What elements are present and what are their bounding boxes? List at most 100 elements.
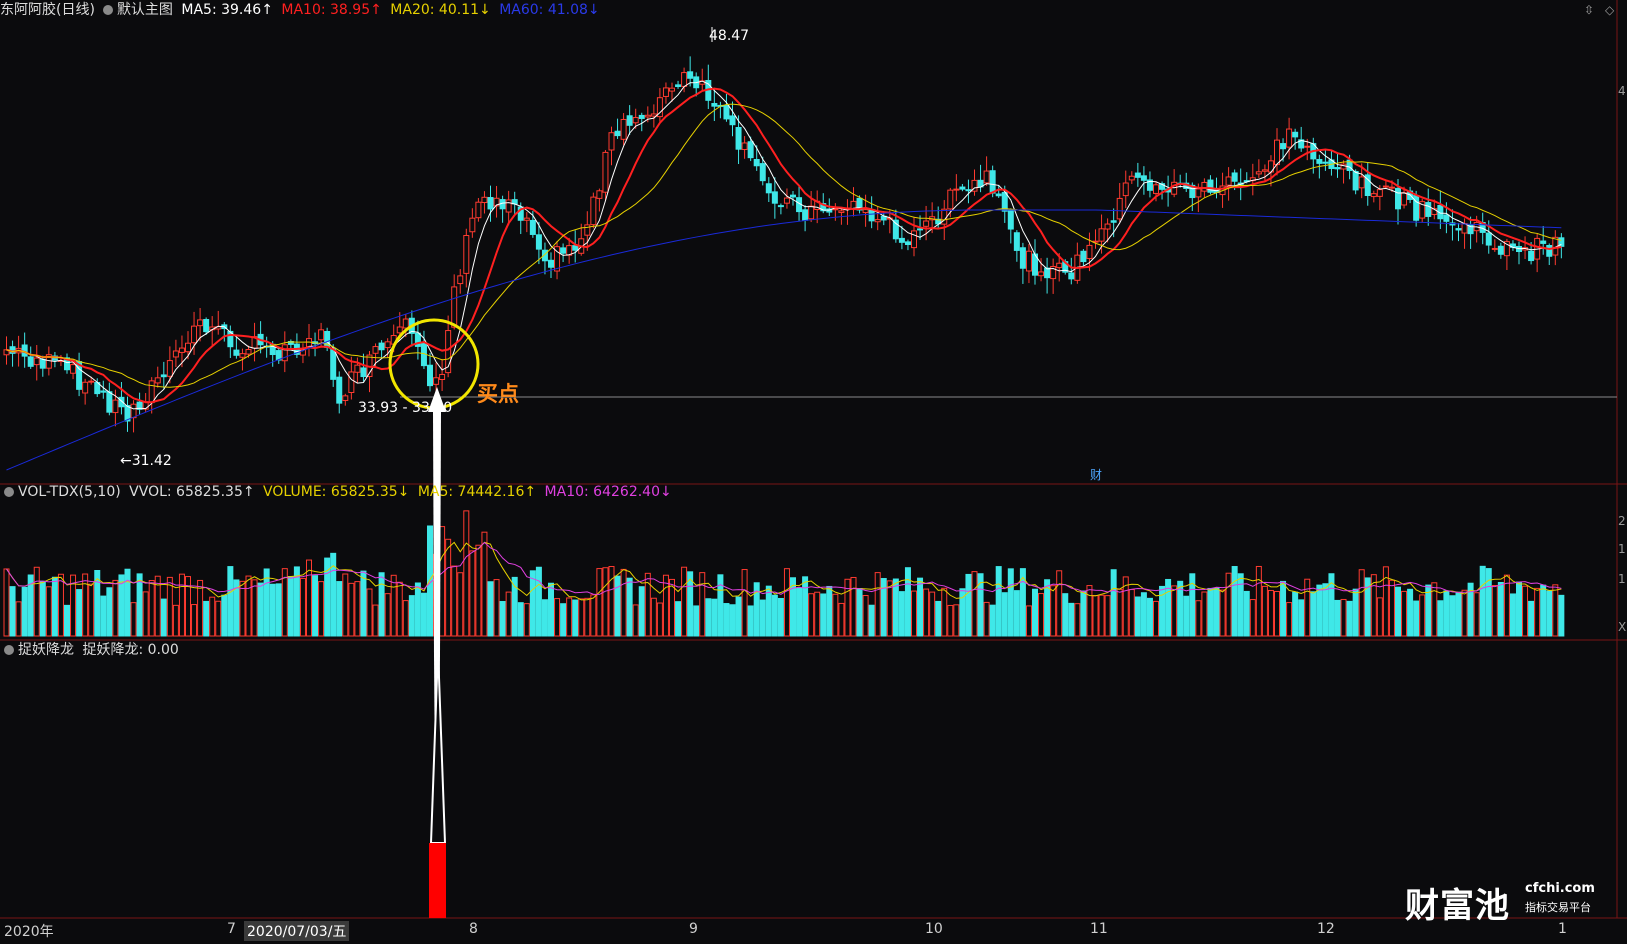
- volume-bar: [51, 576, 58, 637]
- volume-bar: [499, 601, 506, 637]
- candle: [1425, 202, 1432, 217]
- gear-icon[interactable]: [102, 5, 113, 15]
- candle: [1540, 240, 1547, 244]
- volume-bar: [1388, 579, 1395, 637]
- volume-bar: [287, 576, 294, 637]
- volume-bar: [257, 582, 264, 637]
- volume-bar: [941, 587, 948, 637]
- high-price-label: 48.47: [709, 28, 749, 44]
- volume-bar: [178, 573, 185, 637]
- candle: [1080, 250, 1087, 263]
- candle: [372, 346, 379, 354]
- candle: [499, 199, 506, 210]
- volume-bar: [1407, 588, 1414, 637]
- volume-bar: [263, 568, 270, 637]
- volume-bar: [1274, 590, 1280, 637]
- ma60-value: MA60: 41.08↓: [499, 2, 600, 18]
- volume-bar: [1146, 597, 1153, 637]
- candle: [1286, 128, 1293, 148]
- candle: [330, 348, 337, 380]
- stock-chart[interactable]: 财 48.47 ←31.42 33.93 - 33.70 买点: [0, 0, 1627, 944]
- indicator-name[interactable]: 捉妖降龙: [18, 642, 74, 658]
- candle: [850, 200, 857, 209]
- candle: [874, 219, 881, 223]
- volume-bar: [1522, 585, 1529, 637]
- x-axis-month: 7: [227, 921, 236, 937]
- indicator-panel-header: 捉妖降龙 捉妖降龙: 0.00: [0, 640, 183, 660]
- volume-bar: [136, 573, 143, 637]
- candle: [681, 72, 688, 87]
- volume-bar: [923, 588, 930, 637]
- volume-bar: [596, 568, 603, 637]
- candle: [765, 183, 772, 194]
- volume-bar: [1298, 599, 1305, 637]
- candle: [1292, 131, 1299, 138]
- volume-bar: [88, 583, 95, 637]
- candle: [130, 403, 137, 419]
- volume-bar: [699, 572, 706, 637]
- volume-bar: [493, 579, 500, 637]
- volume-bar: [681, 566, 688, 637]
- candle: [608, 132, 615, 151]
- volume-bar: [602, 567, 609, 637]
- candle: [481, 196, 488, 204]
- volume-bar: [414, 582, 421, 637]
- volume-bar: [312, 575, 319, 637]
- vol-indicator-name[interactable]: VOL-TDX(5,10): [18, 484, 121, 500]
- cursor-date: 2020/07/03/五: [244, 921, 350, 941]
- volume-bar: [826, 585, 833, 637]
- candle: [759, 163, 766, 182]
- volume-bar: [221, 594, 228, 637]
- gear-icon[interactable]: [4, 645, 14, 655]
- candle: [644, 114, 651, 118]
- candle: [862, 209, 869, 214]
- volume-bar: [1280, 580, 1287, 637]
- candle: [1025, 250, 1032, 272]
- volume-bar: [608, 565, 615, 637]
- volume-bar: [693, 605, 700, 637]
- candle: [469, 217, 476, 233]
- restore-icon[interactable]: ⇳: [1584, 3, 1594, 17]
- candle: [82, 381, 89, 394]
- candle: [1140, 175, 1147, 181]
- candle: [1128, 175, 1135, 181]
- volume-bar: [172, 604, 179, 637]
- volume-bar: [451, 565, 458, 637]
- candle: [548, 259, 554, 268]
- candle: [197, 319, 204, 327]
- volume-bar: [76, 589, 83, 637]
- volume-bar: [3, 568, 10, 637]
- candle: [1528, 250, 1535, 262]
- candle: [1274, 139, 1280, 166]
- volume-bar: [45, 586, 52, 637]
- volume-bar: [535, 566, 542, 637]
- volume-bar: [983, 601, 990, 637]
- buy-point-label: 买点: [477, 382, 519, 406]
- candle: [741, 142, 748, 150]
- signal-spike: [429, 649, 447, 844]
- candle: [1546, 245, 1553, 257]
- candle: [790, 194, 796, 198]
- volume-bar: [1455, 591, 1462, 637]
- volume-bar: [1128, 589, 1135, 637]
- volume-bar: [203, 600, 210, 637]
- candle: [487, 197, 494, 210]
- indicator-value: 捉妖降龙: 0.00: [82, 642, 179, 658]
- gear-icon[interactable]: [4, 487, 14, 497]
- volume-bar: [838, 602, 845, 637]
- candle: [112, 399, 119, 414]
- volume-bar: [808, 593, 815, 637]
- main-chart-label[interactable]: 默认主图: [117, 2, 173, 18]
- x-axis-month: 1: [1558, 921, 1567, 937]
- volume-bar: [33, 566, 40, 637]
- volume-bar: [1540, 584, 1547, 637]
- volume-bar: [420, 592, 427, 637]
- volume-bar: [396, 581, 403, 637]
- volume-bar: [584, 597, 591, 637]
- volume-bar: [1219, 589, 1226, 637]
- candle: [191, 325, 198, 344]
- stock-name[interactable]: 东阿阿胶(日线): [0, 2, 95, 18]
- candle: [965, 189, 972, 192]
- diamond-icon[interactable]: ◇: [1605, 3, 1614, 17]
- candle: [451, 286, 458, 328]
